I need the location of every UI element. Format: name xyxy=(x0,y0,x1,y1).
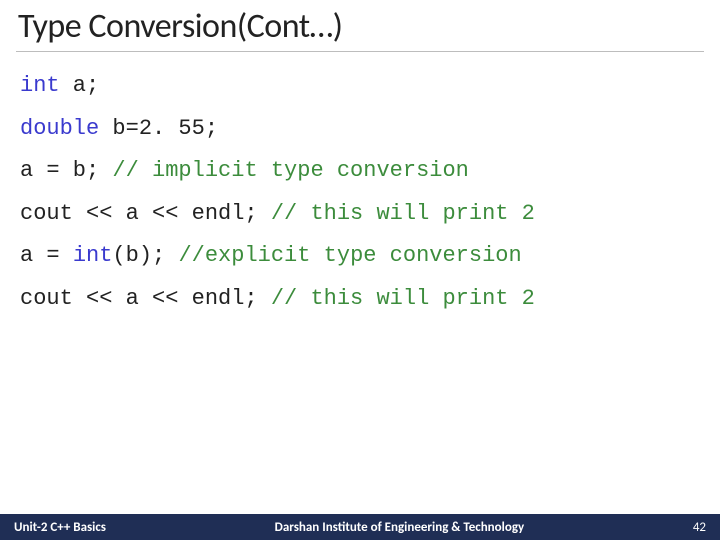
keyword: double xyxy=(20,116,99,141)
code-comment: // implicit type conversion xyxy=(112,158,468,183)
keyword: int xyxy=(20,73,60,98)
code-line-5: a = int(b); //explicit type conversion xyxy=(20,242,700,271)
footer-center: Darshan Institute of Engineering & Techn… xyxy=(106,520,693,535)
code-text: a; xyxy=(60,73,100,98)
code-comment: // this will print 2 xyxy=(271,286,535,311)
page-title: Type Conversion(Cont…) xyxy=(0,0,720,51)
code-text: b=2. 55; xyxy=(99,116,218,141)
code-text: cout << a << endl; xyxy=(20,201,271,226)
code-text: (b); xyxy=(112,243,178,268)
code-line-6: cout << a << endl; // this will print 2 xyxy=(20,285,700,314)
code-comment: //explicit type conversion xyxy=(178,243,521,268)
code-text: a = b; xyxy=(20,158,112,183)
slide-footer: Unit-2 C++ Basics Darshan Institute of E… xyxy=(0,514,720,540)
code-text: cout << a << endl; xyxy=(20,286,271,311)
code-comment: // this will print 2 xyxy=(271,201,535,226)
code-line-3: a = b; // implicit type conversion xyxy=(20,157,700,186)
code-block: int a; double b=2. 55; a = b; // implici… xyxy=(0,52,720,314)
footer-page-number: 42 xyxy=(693,520,706,535)
code-text: a = xyxy=(20,243,73,268)
code-line-4: cout << a << endl; // this will print 2 xyxy=(20,200,700,229)
code-line-1: int a; xyxy=(20,72,700,101)
keyword: int xyxy=(73,243,113,268)
code-line-2: double b=2. 55; xyxy=(20,115,700,144)
footer-left: Unit-2 C++ Basics xyxy=(14,520,106,535)
